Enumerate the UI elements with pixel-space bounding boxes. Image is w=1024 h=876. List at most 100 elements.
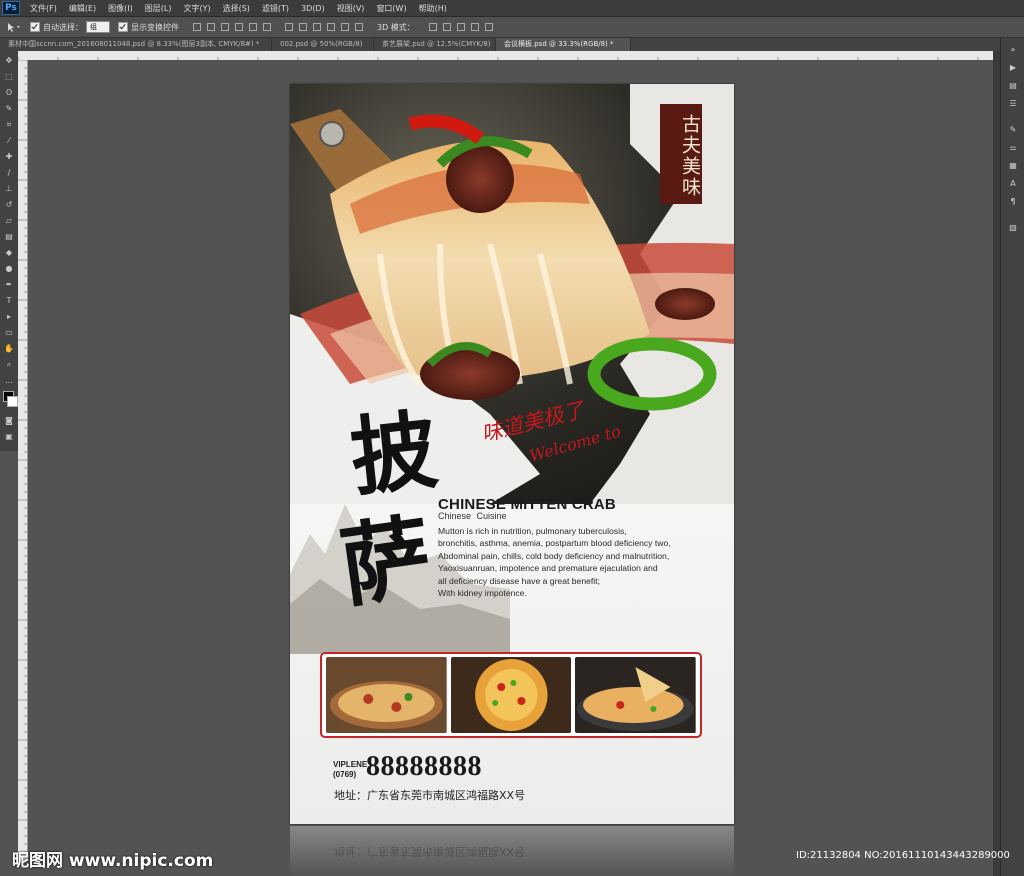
- site-watermark: 昵图网 www.nipic.com: [12, 851, 214, 871]
- menu-edit[interactable]: 编辑(E): [63, 3, 102, 14]
- align-hcenter-icon[interactable]: [249, 23, 257, 31]
- menu-bar: Ps 文件(F) 编辑(E) 图像(I) 图层(L) 文字(Y) 选择(S) 滤…: [0, 0, 1024, 17]
- pizza-thumbnail: [575, 657, 697, 733]
- play-action-icon[interactable]: ▶: [1006, 62, 1020, 74]
- body-line: all deficiency disease have a great bene…: [438, 575, 600, 586]
- tab-document-2[interactable]: 002.psd @ 50%(RGB/8): [272, 38, 374, 51]
- type-tool-icon[interactable]: T: [3, 295, 15, 307]
- move-tool-icon[interactable]: [6, 21, 22, 33]
- more-tools-icon[interactable]: …: [3, 375, 15, 387]
- layers-icon[interactable]: ▦: [1006, 160, 1020, 172]
- reflected-address: 地址：广东省东莞市南城区鸿福路XX号: [334, 845, 526, 858]
- menu-file[interactable]: 文件(F): [24, 3, 63, 14]
- paragraph-icon[interactable]: ¶: [1006, 196, 1020, 208]
- menu-3d[interactable]: 3D(D): [295, 4, 331, 13]
- blur-tool-icon[interactable]: ◆: [3, 247, 15, 259]
- adjustments-icon[interactable]: ⚌: [1006, 142, 1020, 154]
- poster-document: 古夫美味 披 萨 味道美极了 Welcome to CHINESE MITTEN…: [290, 84, 734, 824]
- zoom-tool-icon[interactable]: ⌕: [3, 359, 15, 371]
- auto-select-dropdown[interactable]: 组: [86, 21, 110, 33]
- align-vcenter-icon[interactable]: [207, 23, 215, 31]
- lasso-tool-icon[interactable]: ʘ: [3, 87, 15, 99]
- auto-select-checkbox[interactable]: 自动选择： 组: [30, 21, 110, 33]
- vertical-ruler: [18, 59, 28, 860]
- history-brush-tool-icon[interactable]: ↺: [3, 199, 15, 211]
- subheading: Chinese Cuisine: [438, 511, 507, 521]
- eraser-tool-icon[interactable]: ▱: [3, 215, 15, 227]
- crop-tool-icon[interactable]: ⌗: [3, 119, 15, 131]
- image-id-watermark: ID:21132804 NO:20161110143443289000: [796, 850, 1010, 861]
- marquee-tool-icon[interactable]: ⬚: [3, 71, 15, 83]
- hand-tool-icon[interactable]: ✋: [3, 343, 15, 355]
- quick-select-tool-icon[interactable]: ✎: [3, 103, 15, 115]
- brush-preset-icon[interactable]: ✎: [1006, 124, 1020, 136]
- body-line: Mutton is rich in nutrition, pulmonary t…: [438, 526, 627, 536]
- healing-tool-icon[interactable]: ✚: [3, 151, 15, 163]
- align-bottom-icon[interactable]: [221, 23, 229, 31]
- distribute-buttons: [285, 23, 363, 31]
- distribute-left-icon[interactable]: [327, 23, 335, 31]
- address: 地址：广东省东莞市南城区鸿福路XX号: [334, 789, 526, 802]
- phone-number: 88888888: [366, 751, 482, 782]
- tab-document-1[interactable]: 素材中国sccnn.com_201608011048.psd @ 8.33%(图…: [0, 38, 272, 51]
- 3d-mode-label: 3D 模式：: [377, 22, 415, 32]
- menu-help[interactable]: 帮助(H): [413, 3, 453, 14]
- gradient-tool-icon[interactable]: ▤: [3, 231, 15, 243]
- right-panel-dock: » ▶ ▤ ☰ ✎ ⚌ ▦ A ¶ ▧: [1000, 38, 1024, 876]
- 3d-scale-icon[interactable]: [484, 23, 493, 31]
- menu-window[interactable]: 窗口(W): [370, 3, 412, 14]
- viplene-text: VIPLENE: [333, 760, 368, 769]
- poster-reflection: 地址：广东省东莞市南城区鸿福路XX号: [290, 826, 734, 876]
- distribute-vcenter-icon[interactable]: [299, 23, 307, 31]
- options-bar: 自动选择： 组 显示变换控件 3D 模式：: [0, 17, 1024, 38]
- align-right-icon[interactable]: [263, 23, 271, 31]
- screen-mode-icon[interactable]: ▣: [3, 431, 15, 443]
- stamp-tool-icon[interactable]: ⊥: [3, 183, 15, 195]
- menu-layer[interactable]: 图层(L): [139, 3, 178, 14]
- distribute-top-icon[interactable]: [285, 23, 293, 31]
- panel-divider: [993, 51, 1000, 876]
- pizza-thumbnail: [450, 657, 572, 733]
- distribute-hcenter-icon[interactable]: [341, 23, 349, 31]
- photoshop-logo-icon: Ps: [2, 1, 20, 15]
- checkbox-icon: [118, 22, 128, 32]
- body-line: bronchitis, asthma, anemia, postpartum b…: [438, 538, 671, 549]
- align-top-icon[interactable]: [193, 23, 201, 31]
- eyedropper-tool-icon[interactable]: ⁄: [3, 135, 15, 147]
- menu-image[interactable]: 图像(I): [102, 3, 139, 14]
- menu-select[interactable]: 选择(S): [217, 3, 256, 14]
- history-icon[interactable]: ▤: [1006, 80, 1020, 92]
- libraries-icon[interactable]: ▧: [1006, 222, 1020, 234]
- menu-filter[interactable]: 滤镜(T): [256, 3, 295, 14]
- 3d-pan-icon[interactable]: [456, 23, 465, 31]
- 3d-roll-icon[interactable]: [442, 23, 451, 31]
- menu-type[interactable]: 文字(Y): [177, 3, 216, 14]
- pen-tool-icon[interactable]: ✒: [3, 279, 15, 291]
- properties-icon[interactable]: ☰: [1006, 98, 1020, 110]
- background-color-icon[interactable]: [7, 396, 18, 407]
- tools-panel: ✥ ⬚ ʘ ✎ ⌗ ⁄ ✚ ∕ ⊥ ↺ ▱ ▤ ◆ ● ✒ T ▸ ▭ ✋ ⌕ …: [0, 51, 19, 451]
- menu-view[interactable]: 视图(V): [331, 3, 371, 14]
- collapse-panels-icon[interactable]: »: [1006, 44, 1020, 56]
- auto-select-label: 自动选择：: [43, 22, 83, 32]
- brush-tool-icon[interactable]: ∕: [3, 167, 15, 179]
- show-transform-checkbox[interactable]: 显示变换控件: [118, 22, 179, 33]
- color-swatches[interactable]: [0, 391, 18, 411]
- move-tool-icon[interactable]: ✥: [3, 55, 15, 67]
- distribute-right-icon[interactable]: [355, 23, 363, 31]
- tab-document-4[interactable]: 会议横板.psd @ 33.3%(RGB/8) *: [496, 38, 631, 51]
- title-char-2: 萨: [334, 503, 439, 621]
- 3d-slide-icon[interactable]: [470, 23, 479, 31]
- align-left-icon[interactable]: [235, 23, 243, 31]
- shape-tool-icon[interactable]: ▭: [3, 327, 15, 339]
- seal-stamp: 古夫美味: [660, 104, 702, 204]
- character-icon[interactable]: A: [1006, 178, 1020, 190]
- 3d-rotate-icon[interactable]: [428, 23, 437, 31]
- distribute-bottom-icon[interactable]: [313, 23, 321, 31]
- quick-mask-icon[interactable]: ◙: [3, 415, 15, 427]
- dodge-tool-icon[interactable]: ●: [3, 263, 15, 275]
- area-code: (0769): [333, 770, 357, 779]
- checkbox-icon: [30, 22, 40, 32]
- tab-document-3[interactable]: 茶艺展架.psd @ 12.5%(CMYK/8): [374, 38, 496, 51]
- path-select-tool-icon[interactable]: ▸: [3, 311, 15, 323]
